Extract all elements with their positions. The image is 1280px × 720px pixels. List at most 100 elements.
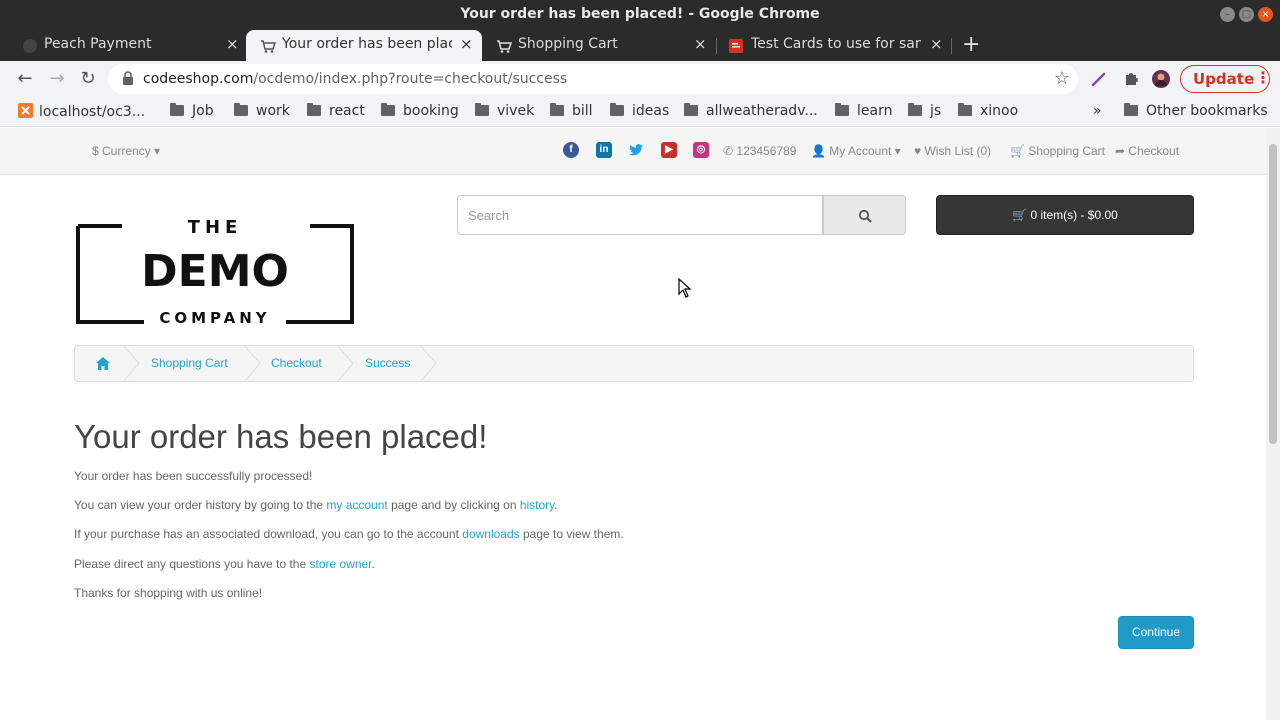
back-arrow-icon[interactable]: ← (13, 67, 37, 91)
instagram-icon[interactable]: ◎ (693, 142, 709, 158)
bookmark-label: allweatheradv... (706, 103, 818, 119)
tab-order-placed[interactable]: Your order has been placed! × (246, 30, 482, 61)
breadcrumb-separator (337, 345, 354, 382)
cart-button[interactable]: 🛒 0 item(s) - $0.00 (936, 195, 1194, 235)
breadcrumb-checkout[interactable]: Checkout (271, 356, 322, 370)
cart-icon: 🛒 (1012, 208, 1028, 222)
breadcrumb-separator (123, 345, 140, 382)
new-tab-button[interactable]: + (962, 32, 980, 57)
bookmark-folder-other[interactable]: Other bookmarks (1124, 103, 1268, 119)
web-page: $ Currency ▾ f in ▶ ◎ ✆ 123456789 👤 My A… (0, 128, 1266, 720)
reload-icon[interactable]: ↻ (76, 67, 100, 91)
folder-icon (234, 103, 248, 116)
text: If your purchase has an associated downl… (74, 527, 463, 541)
bookmark-folder-bill[interactable]: bill (550, 103, 593, 119)
tab-label: Test Cards to use for sandbox (751, 36, 921, 52)
thanks-text: Thanks for shopping with us online! (74, 586, 263, 600)
success-message: Your order has been successfully process… (74, 469, 313, 483)
youtube-icon[interactable]: ▶ (661, 142, 677, 158)
home-icon[interactable] (96, 357, 110, 370)
page-scrollbar[interactable] (1266, 128, 1280, 720)
kebab-menu-icon[interactable]: ⋮ (1255, 68, 1271, 87)
bookmark-folder-ideas[interactable]: ideas (610, 103, 669, 119)
url-text: codeeshop.com/ocdemo/index.php?route=che… (143, 71, 567, 87)
bookmark-folder-booking[interactable]: booking (381, 103, 459, 119)
my-account-link[interactable]: my account (326, 498, 387, 512)
bookmark-folder-js[interactable]: js (908, 103, 941, 119)
folder-icon (835, 103, 849, 116)
text: . (371, 557, 375, 571)
update-button[interactable]: Update ⋮ (1180, 65, 1271, 93)
bookmark-star-icon[interactable]: ☆ (1054, 68, 1070, 89)
search-icon (858, 209, 872, 223)
wish-list-link[interactable]: ♥ Wish List (0) (914, 144, 991, 158)
downloads-link[interactable]: downloads (462, 527, 519, 541)
close-window-button[interactable]: × (1258, 7, 1273, 22)
phone-number: 123456789 (736, 144, 797, 158)
bookmark-localhost[interactable]: localhost/oc3... (18, 103, 145, 120)
questions-text: Please direct any questions you have to … (74, 557, 375, 571)
text: You can view your order history by going… (74, 498, 327, 512)
address-bar[interactable]: codeeshop.com/ocdemo/index.php?route=che… (108, 64, 1078, 94)
wish-list-label: Wish List (0) (924, 144, 992, 158)
twitter-icon[interactable] (628, 142, 644, 158)
my-account-dropdown[interactable]: 👤 My Account ▾ (811, 144, 901, 158)
history-link[interactable]: history (520, 498, 554, 512)
checkout-link[interactable]: ➦ Checkout (1115, 144, 1179, 158)
continue-button[interactable]: Continue (1118, 616, 1194, 649)
bookmark-folder-learn[interactable]: learn (835, 103, 892, 119)
facebook-icon[interactable]: f (563, 142, 579, 158)
linkedin-icon[interactable]: in (596, 142, 612, 158)
shopping-cart-link[interactable]: 🛒 Shopping Cart (1010, 144, 1105, 158)
bookmark-label: ideas (632, 103, 670, 119)
search-input[interactable] (457, 195, 823, 235)
lock-icon (123, 71, 133, 85)
heart-icon: ♥ (914, 144, 922, 158)
cart-icon (261, 40, 276, 53)
folder-icon (1124, 103, 1138, 116)
window-title: Your order has been placed! - Google Chr… (460, 6, 820, 22)
minimize-button[interactable]: – (1220, 7, 1235, 22)
window-titlebar: Your order has been placed! - Google Chr… (0, 0, 1280, 30)
close-tab-icon[interactable]: × (226, 35, 239, 53)
forward-arrow-icon[interactable]: → (45, 67, 69, 91)
document-icon (729, 39, 743, 53)
mouse-cursor-icon (678, 278, 692, 298)
breadcrumb-shopping-cart[interactable]: Shopping Cart (151, 356, 228, 370)
bookmark-folder-vivek[interactable]: vivek (475, 103, 534, 119)
close-tab-icon[interactable]: × (694, 35, 707, 53)
tab-label: Peach Payment (44, 36, 152, 52)
folder-icon (684, 103, 698, 116)
breadcrumb-success[interactable]: Success (365, 356, 410, 370)
bookmark-label: js (930, 103, 942, 119)
tab-test-cards[interactable]: Test Cards to use for sandbox × (718, 30, 954, 61)
tab-peach-payment[interactable]: Peach Payment × (8, 30, 244, 61)
profile-avatar-icon[interactable] (1151, 69, 1171, 89)
shopping-cart-label: Shopping Cart (1028, 144, 1106, 158)
bookmark-folder-job[interactable]: Job (170, 103, 214, 119)
close-tab-icon[interactable]: × (460, 35, 473, 53)
bookmark-folder-react[interactable]: react (307, 103, 365, 119)
currency-dropdown[interactable]: $ Currency ▾ (92, 144, 160, 158)
folder-icon (381, 103, 395, 116)
tab-separator (716, 38, 717, 54)
search-button[interactable] (823, 195, 906, 235)
bookmark-folder-work[interactable]: work (234, 103, 290, 119)
folder-icon (475, 103, 489, 116)
bookmark-folder-allweather[interactable]: allweatheradv... (684, 103, 818, 119)
order-history-text: You can view your order history by going… (74, 498, 558, 512)
store-owner-link[interactable]: store owner (309, 557, 371, 571)
globe-icon (23, 39, 37, 53)
scrollbar-thumb[interactable] (1269, 144, 1277, 444)
caret-down-icon: ▾ (894, 144, 901, 158)
breadcrumb-separator (244, 345, 261, 382)
bookmark-folder-xinoo[interactable]: xinoo (958, 103, 1018, 119)
puzzle-extensions-icon[interactable] (1121, 69, 1141, 89)
bookmarks-overflow-button[interactable]: » (1093, 103, 1102, 119)
close-tab-icon[interactable]: × (930, 35, 943, 53)
tab-shopping-cart[interactable]: Shopping Cart × (482, 30, 718, 61)
store-logo[interactable]: THE DEMO COMPANY (74, 210, 356, 330)
pen-extension-icon[interactable] (1089, 69, 1109, 89)
maximize-button[interactable]: □ (1239, 7, 1254, 22)
phone-contact[interactable]: ✆ 123456789 (723, 144, 796, 158)
